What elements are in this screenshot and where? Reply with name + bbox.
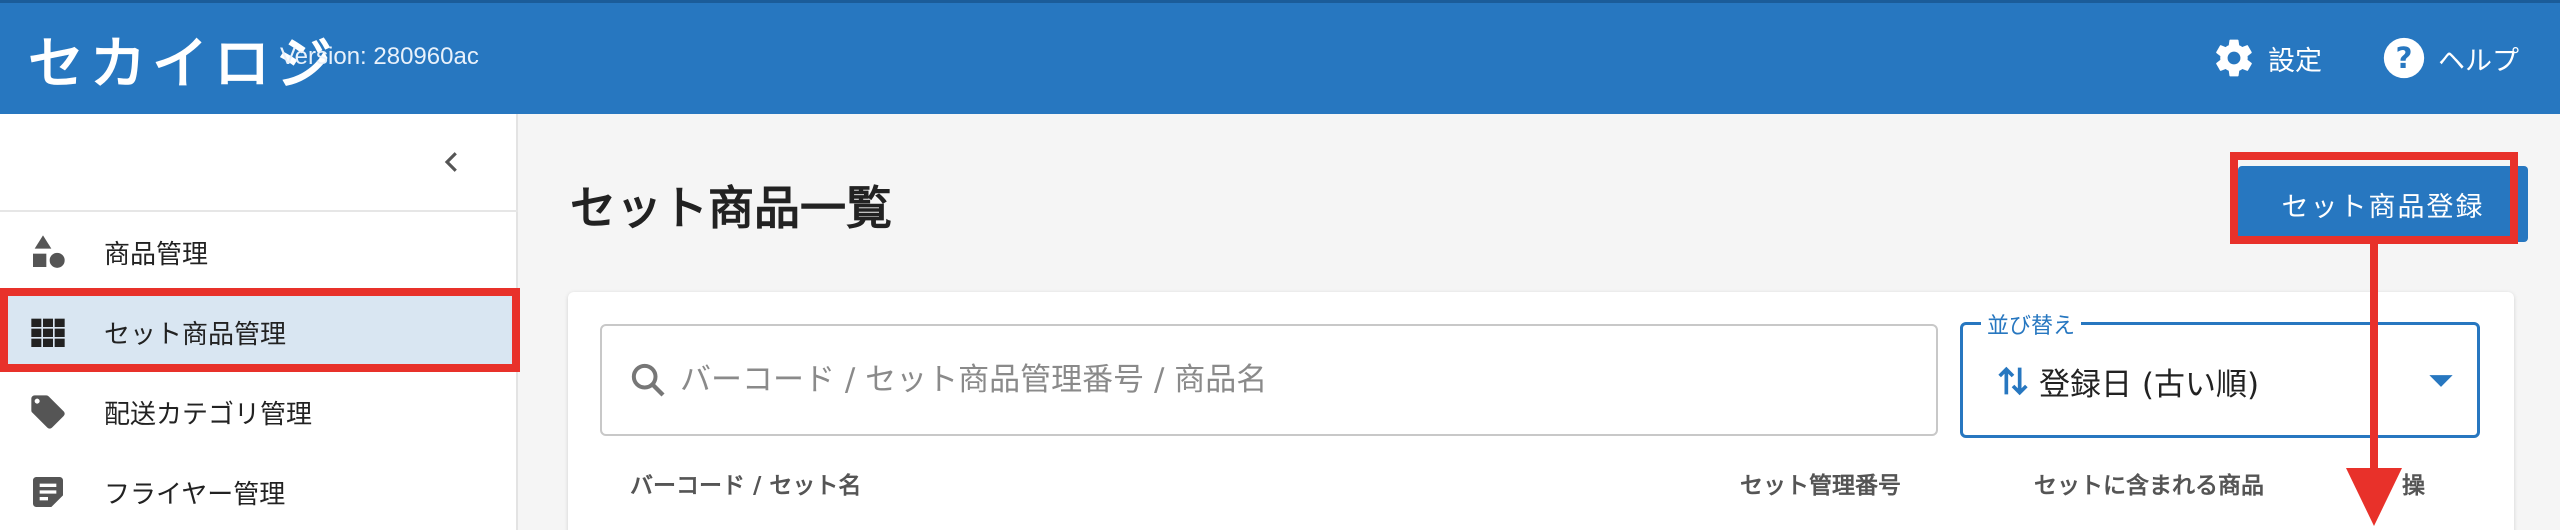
register-set-product-button[interactable]: セット商品登録 [2238, 166, 2528, 242]
search-input[interactable] [680, 326, 1920, 434]
sidebar-item-set-products[interactable]: セット商品管理 [0, 292, 518, 372]
grid-icon [26, 310, 70, 354]
annotation-arrow-head-icon [2346, 468, 2402, 526]
sidebar-item-shipping-category[interactable]: 配送カテゴリ管理 [0, 372, 518, 452]
help-circle-icon: ? [2383, 37, 2425, 79]
dropdown-caret-icon [2429, 375, 2453, 387]
sidebar-item-label: セット商品管理 [104, 319, 287, 350]
shapes-icon [26, 230, 70, 274]
table-header: バーコード / セット名 セット管理番号 セットに含まれる商品 操 [630, 466, 2470, 506]
sort-arrows-icon [1998, 366, 2028, 396]
sidebar-collapse-button[interactable] [434, 144, 470, 180]
sidebar-item-products[interactable]: 商品管理 [0, 212, 518, 292]
sort-select[interactable]: 並び替え 登録日 (古い順) [1960, 308, 2480, 438]
help-button[interactable]: ? ヘルプ [2382, 33, 2519, 83]
column-header-actions: 操 [2402, 473, 2425, 499]
help-label: ヘルプ [2438, 45, 2519, 77]
sidebar-item-label: 商品管理 [104, 239, 209, 270]
sort-label: 並び替え [1981, 308, 2082, 340]
annotation-arrow-line [2370, 244, 2378, 474]
settings-button[interactable]: 設定 [2212, 33, 2322, 83]
svg-text:?: ? [2395, 41, 2412, 75]
column-header-included-items[interactable]: セットに含まれる商品 [2034, 466, 2264, 500]
sidebar: 商品管理 セット商品管理 配送カテゴリ管理 フライヤー管理 [0, 114, 518, 530]
chevron-left-icon [444, 152, 457, 172]
sort-value: 登録日 (古い順) [2039, 367, 2260, 403]
tag-icon [26, 390, 70, 434]
note-icon [26, 470, 70, 514]
page-title: セット商品一覧 [570, 181, 892, 235]
sidebar-item-flyers[interactable]: フライヤー管理 [0, 452, 518, 530]
version-label: Version: 280960ac [280, 43, 479, 70]
search-icon [631, 363, 665, 397]
app-header: セカイロジ Version: 280960ac 設定 ? ヘルプ [0, 0, 2560, 114]
column-header-management-number[interactable]: セット管理番号 [1740, 466, 1901, 500]
sidebar-item-label: 配送カテゴリ管理 [104, 399, 313, 430]
list-card: 並び替え 登録日 (古い順) バーコード / セット名 セット管理番号 セットに… [568, 292, 2514, 530]
settings-label: 設定 [2268, 45, 2322, 77]
search-field[interactable] [600, 324, 1938, 436]
gear-icon [2216, 39, 2252, 77]
sidebar-item-label: フライヤー管理 [104, 479, 286, 510]
column-header-name[interactable]: バーコード / セット名 [630, 466, 861, 500]
main-content: セット商品一覧 セット商品登録 並び替え 登録日 (古い順) バーコード / セ… [520, 114, 2560, 530]
